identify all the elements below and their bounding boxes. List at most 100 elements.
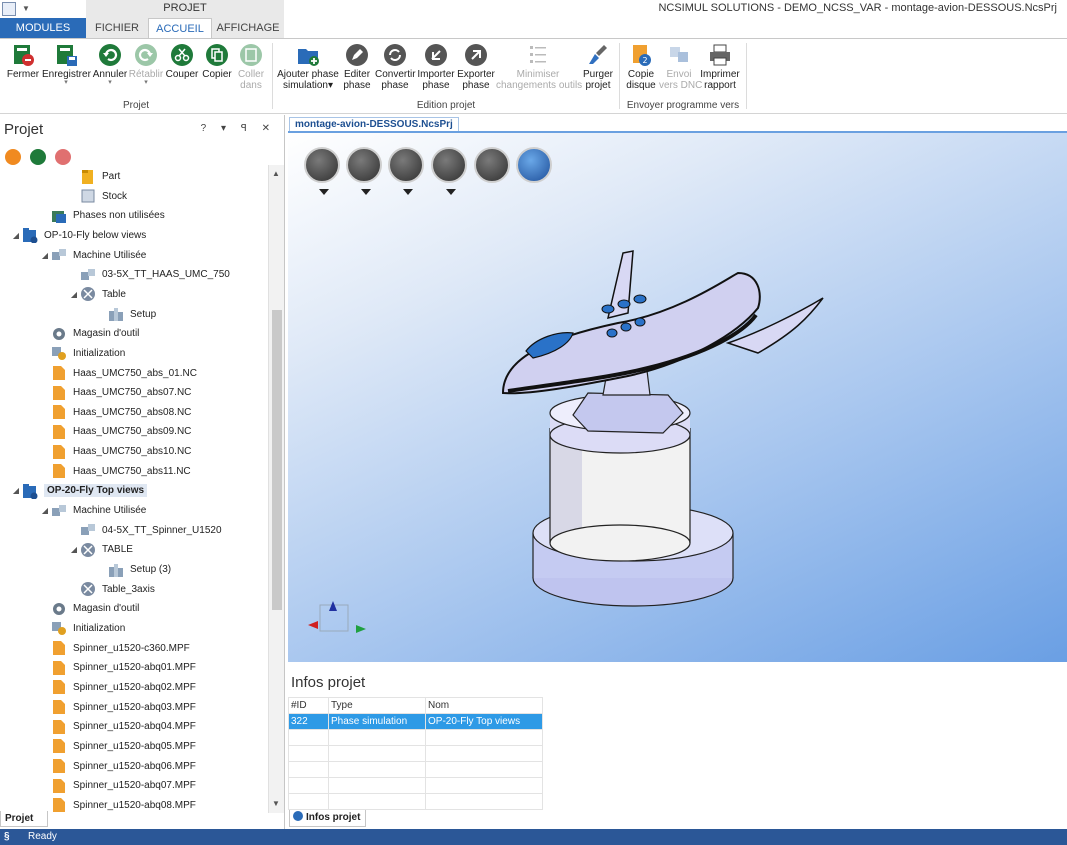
tree-item[interactable]: Spinner_u1520-abq03.MPF bbox=[39, 698, 196, 717]
panel-tab-projet[interactable]: Projet bbox=[0, 811, 48, 827]
copier-button[interactable]: Copier bbox=[201, 43, 233, 80]
tree-item[interactable]: Spinner_u1520-abq01.MPF bbox=[39, 658, 196, 677]
tree-item[interactable]: ◢ OP-20-Fly Top views bbox=[10, 481, 148, 500]
purger-projet-button[interactable]: Purger projet bbox=[580, 43, 616, 91]
table-row[interactable]: 322 Phase simulation OP-20-Fly Top views bbox=[288, 713, 543, 730]
tree-item[interactable]: Spinner_u1520-abq06.MPF bbox=[39, 757, 196, 776]
refresh-red-icon[interactable] bbox=[55, 149, 71, 165]
tree-expander-icon[interactable]: ◢ bbox=[68, 545, 80, 554]
tree-item[interactable]: ◢ TABLE bbox=[68, 540, 133, 559]
part-view-icon[interactable] bbox=[346, 147, 382, 195]
chevron-down-icon[interactable] bbox=[403, 189, 413, 195]
tree-item[interactable]: ◢ Table bbox=[68, 285, 126, 304]
tree-item[interactable]: Haas_UMC750_abs07.NC bbox=[39, 383, 191, 402]
column-header[interactable]: Type bbox=[328, 697, 426, 714]
scroll-down-icon[interactable]: ▼ bbox=[272, 799, 280, 808]
chevron-down-icon[interactable] bbox=[361, 189, 371, 195]
chevron-down-icon: ▾ bbox=[144, 79, 148, 86]
tree-item[interactable]: Magasin d'outil bbox=[39, 324, 139, 343]
zoom-icon[interactable] bbox=[431, 147, 467, 195]
tree-item[interactable]: Magasin d'outil bbox=[39, 599, 139, 618]
document-tab[interactable]: montage-avion-DESSOUS.NcsPrj bbox=[289, 117, 459, 132]
tab-fichier[interactable]: FICHIER bbox=[86, 18, 148, 38]
column-header[interactable]: Nom bbox=[425, 697, 543, 714]
column-header[interactable]: #ID bbox=[288, 697, 329, 714]
exporter-phase-button[interactable]: Exporter phase bbox=[456, 43, 496, 91]
tree-expander-icon[interactable]: ◢ bbox=[68, 290, 80, 299]
scroll-thumb[interactable] bbox=[272, 310, 282, 610]
refresh-orange-icon[interactable] bbox=[5, 149, 21, 165]
nc-file-icon bbox=[53, 405, 65, 420]
tree-item-label: Table_3axis bbox=[102, 583, 155, 595]
minimiser-changements-button[interactable]: Minimiser changements outils bbox=[496, 43, 582, 91]
tree-item[interactable]: Haas_UMC750_abs08.NC bbox=[39, 403, 191, 422]
chevron-down-icon[interactable] bbox=[446, 189, 456, 195]
tree-item[interactable]: Setup bbox=[96, 305, 156, 324]
tree-item[interactable]: 04-5X_TT_Spinner_U1520 bbox=[68, 521, 222, 540]
enregistrer-button[interactable]: Enregistrer ▾ bbox=[42, 43, 91, 86]
chevron-down-icon[interactable] bbox=[319, 189, 329, 195]
table-row[interactable] bbox=[288, 761, 543, 778]
view-cube-icon[interactable] bbox=[304, 147, 340, 195]
tree-item[interactable]: Spinner_u1520-abq05.MPF bbox=[39, 737, 196, 756]
tree-expander-icon[interactable]: ◢ bbox=[10, 486, 22, 495]
tree-item[interactable]: Initialization bbox=[39, 619, 125, 638]
couper-button[interactable]: Couper bbox=[165, 43, 199, 80]
tree-item[interactable]: Setup (3) bbox=[96, 560, 171, 579]
tree-item-label: Machine Utilisée bbox=[73, 249, 147, 261]
scroll-up-icon[interactable]: ▲ bbox=[272, 169, 280, 178]
table-row[interactable] bbox=[288, 745, 543, 762]
panel-tab-infos[interactable]: Infos projet bbox=[289, 810, 367, 827]
app-icon[interactable] bbox=[2, 2, 16, 16]
tree-item[interactable]: ◢ Machine Utilisée bbox=[39, 246, 146, 265]
envoi-dnc-button[interactable]: Envoi vers DNC bbox=[659, 43, 702, 91]
tree-item[interactable]: Spinner_u1520-abq07.MPF bbox=[39, 776, 196, 795]
quick-access-dropdown-icon[interactable]: ▼ bbox=[22, 4, 30, 13]
tree-item[interactable]: Spinner_u1520-abq08.MPF bbox=[39, 796, 196, 813]
tab-modules[interactable]: MODULES bbox=[0, 18, 86, 38]
tree-item[interactable]: Haas_UMC750_abs_01.NC bbox=[39, 364, 197, 383]
tree-item[interactable]: 03-5X_TT_HAAS_UMC_750 bbox=[68, 265, 230, 284]
tree-item[interactable]: Initialization bbox=[39, 344, 125, 363]
panel-controls[interactable]: ? ▾ ꟼ ✕ bbox=[201, 123, 276, 134]
tree-item[interactable]: ◢ Machine Utilisée bbox=[39, 501, 146, 520]
rotate-view-icon[interactable] bbox=[516, 147, 552, 183]
copie-disque-button[interactable]: 2 Copie disque bbox=[623, 43, 659, 91]
importer-phase-button[interactable]: Importer phase bbox=[416, 43, 456, 91]
nc-file-icon bbox=[53, 739, 65, 754]
tree-expander-icon[interactable]: ◢ bbox=[39, 251, 51, 260]
cylinder-icon[interactable] bbox=[388, 147, 424, 195]
tree-item[interactable]: Spinner_u1520-abq04.MPF bbox=[39, 717, 196, 736]
tree-item[interactable]: Haas_UMC750_abs09.NC bbox=[39, 422, 191, 441]
retablir-button[interactable]: Rétablir ▾ bbox=[128, 43, 164, 86]
annuler-button[interactable]: Annuler ▾ bbox=[92, 43, 128, 86]
ajouter-phase-button[interactable]: Ajouter phase simulation▾ bbox=[276, 43, 340, 91]
convertir-phase-button[interactable]: Convertir phase bbox=[375, 43, 416, 91]
tree-item[interactable]: Spinner_u1520-abq02.MPF bbox=[39, 678, 196, 697]
3d-viewport[interactable] bbox=[288, 131, 1067, 662]
tree-item[interactable]: Haas_UMC750_abs10.NC bbox=[39, 442, 191, 461]
table-row[interactable] bbox=[288, 777, 543, 794]
select-remove-icon[interactable] bbox=[474, 147, 510, 183]
tree-item[interactable]: Stock bbox=[68, 187, 127, 206]
tree-item[interactable]: Phases non utilisées bbox=[39, 206, 165, 225]
axis-gizmo bbox=[308, 601, 366, 633]
table-row[interactable] bbox=[288, 793, 543, 810]
fermer-button[interactable]: Fermer bbox=[6, 43, 40, 80]
tree-item[interactable]: Table_3axis bbox=[68, 580, 155, 599]
editer-phase-button[interactable]: Editer phase bbox=[340, 43, 374, 91]
tree-expander-icon[interactable]: ◢ bbox=[10, 231, 22, 240]
refresh-green-icon[interactable] bbox=[30, 149, 46, 165]
tree-expander-icon[interactable]: ◢ bbox=[39, 506, 51, 515]
tree-item[interactable]: ◢ OP-10-Fly below views bbox=[10, 226, 146, 245]
coller-dans-button[interactable]: Coller dans bbox=[235, 43, 267, 91]
tree-item-label: Part bbox=[102, 171, 121, 182]
tree-scrollbar[interactable]: ▲ ▼ bbox=[268, 165, 284, 813]
table-row[interactable] bbox=[288, 729, 543, 746]
tab-accueil[interactable]: ACCUEIL bbox=[148, 18, 212, 39]
tab-affichage[interactable]: AFFICHAGE bbox=[212, 18, 284, 38]
imprimer-rapport-button[interactable]: Imprimer rapport bbox=[700, 43, 740, 91]
tree-item[interactable]: Part bbox=[68, 167, 120, 186]
tree-item[interactable]: Haas_UMC750_abs11.NC bbox=[39, 462, 191, 481]
tree-item[interactable]: Spinner_u1520-c360.MPF bbox=[39, 639, 190, 658]
